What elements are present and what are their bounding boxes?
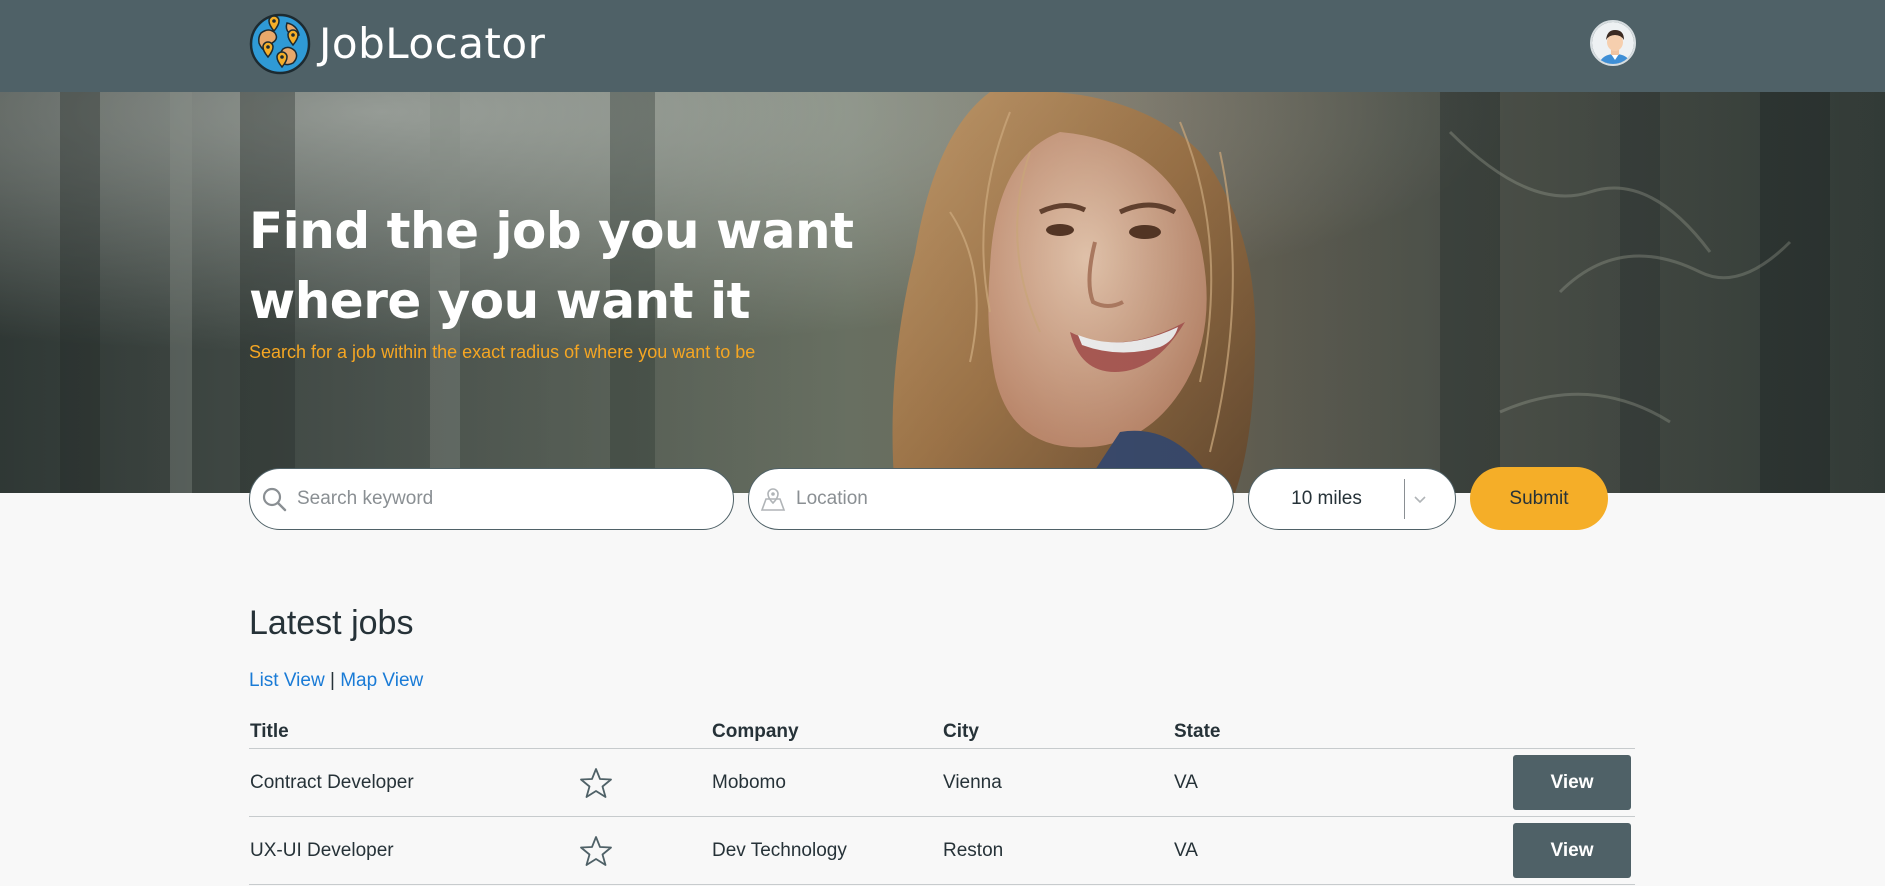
favorite-star-icon[interactable] (579, 766, 613, 800)
job-company: Dev Technology (712, 840, 847, 861)
brand-name: JobLocator (319, 19, 546, 68)
view-separator: | (329, 670, 335, 691)
keyword-input[interactable] (297, 488, 733, 510)
jobs-table: Title Company City State Contract Develo… (249, 717, 1635, 885)
table-row: Contract Developer Mobomo Vienna VA View (249, 749, 1635, 817)
list-view-link[interactable]: List View (249, 670, 325, 691)
job-title: Contract Developer (250, 772, 414, 793)
radius-selected-value: 10 miles (1291, 488, 1362, 509)
latest-jobs-heading: Latest jobs (249, 604, 414, 642)
top-navbar: JobLocator (0, 0, 1885, 92)
hero-subtitle: Search for a job within the exact radius… (249, 342, 756, 362)
column-header-state: State (1174, 721, 1221, 742)
location-search-field[interactable] (748, 468, 1234, 530)
globe-map-pins-icon (249, 13, 311, 75)
view-job-button[interactable]: View (1513, 823, 1631, 878)
view-job-button[interactable]: View (1513, 755, 1631, 810)
job-city: Vienna (943, 772, 1002, 793)
user-avatar-icon (1592, 22, 1634, 64)
hero-banner: Find the job you want where you want it … (0, 92, 1885, 493)
hero-title: Find the job you want where you want it (249, 202, 854, 330)
map-view-link[interactable]: Map View (340, 670, 423, 691)
brand-logo[interactable]: JobLocator (249, 12, 545, 76)
job-city: Reston (943, 840, 1004, 861)
table-header: Title Company City State (249, 717, 1635, 749)
column-header-company: Company (712, 721, 799, 742)
job-state: VA (1174, 840, 1198, 861)
keyword-search-field[interactable] (249, 468, 734, 530)
submit-button[interactable]: Submit (1470, 467, 1608, 530)
map-location-icon (760, 488, 786, 511)
chevron-down-icon (1405, 494, 1435, 504)
view-toggle: List View | Map View (249, 670, 423, 692)
job-company: Mobomo (712, 772, 786, 793)
table-row: UX-UI Developer Dev Technology Reston VA… (249, 817, 1635, 885)
radius-select[interactable]: 10 miles (1248, 468, 1456, 530)
job-state: VA (1174, 772, 1198, 793)
user-avatar[interactable] (1590, 20, 1636, 66)
column-header-city: City (943, 721, 979, 742)
job-title: UX-UI Developer (250, 840, 394, 861)
search-icon (262, 487, 287, 512)
column-header-title: Title (250, 721, 289, 742)
location-input[interactable] (796, 488, 1233, 510)
favorite-star-icon[interactable] (579, 834, 613, 868)
